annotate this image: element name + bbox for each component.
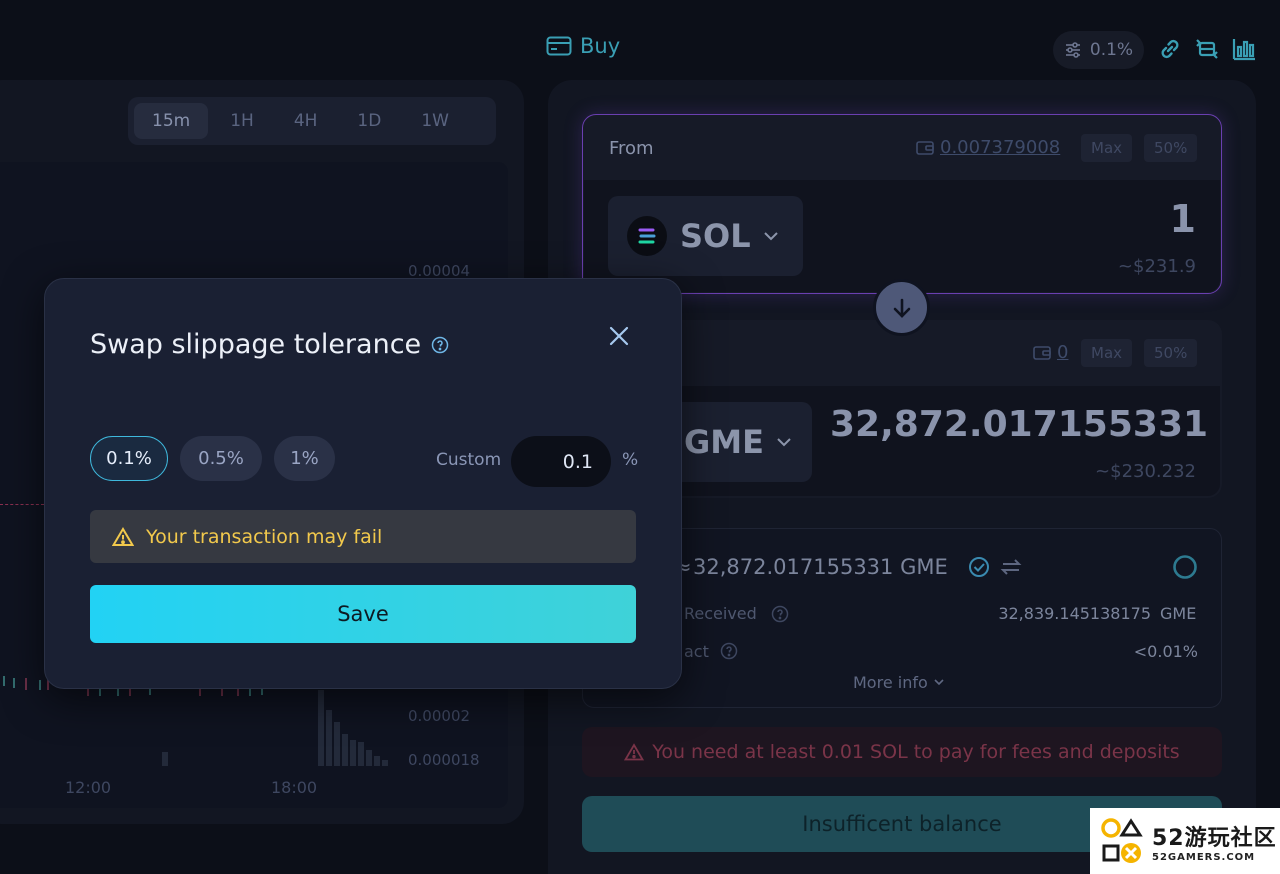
to-half-button[interactable]: 50%: [1144, 339, 1198, 367]
timeframe-1d[interactable]: 1D: [339, 103, 399, 139]
transaction-warning: Your transaction may fail: [90, 510, 636, 563]
chevron-down-icon: [763, 231, 779, 241]
buy-label: Buy: [580, 34, 621, 58]
y-axis-tick: 0.000018: [408, 751, 480, 769]
close-icon: [608, 325, 630, 347]
to-max-button[interactable]: Max: [1081, 339, 1133, 367]
gamepad-symbols-icon: [1100, 816, 1144, 866]
price-impact-label: act: [684, 642, 709, 661]
fee-warning-banner: You need at least 0.01 SOL to pay for fe…: [582, 727, 1222, 777]
chevron-down-icon: [934, 679, 944, 686]
from-label: From: [609, 138, 654, 159]
card-icon: [546, 36, 572, 56]
timeframe-1w[interactable]: 1W: [403, 103, 467, 139]
slippage-preset-0-1[interactable]: 0.1%: [90, 436, 168, 481]
more-info-label: More info: [853, 673, 928, 692]
slippage-preset-0-5[interactable]: 0.5%: [180, 436, 262, 481]
custom-slippage-input[interactable]: [511, 436, 611, 487]
percent-sign: %: [622, 450, 639, 470]
watermark-logo: 52游玩社区 52GAMERS.COM: [1090, 808, 1280, 874]
to-usd-value: ~$230.232: [1095, 461, 1196, 482]
from-token-selector[interactable]: SOL: [608, 196, 803, 276]
timeframe-15m[interactable]: 15m: [134, 103, 209, 139]
price-line: [0, 504, 44, 505]
custom-slippage-label: Custom: [436, 450, 502, 470]
help-icon[interactable]: [431, 336, 449, 354]
slippage-settings-button[interactable]: 0.1%: [1053, 31, 1144, 69]
x-axis-tick: 12:00: [65, 778, 112, 797]
save-button[interactable]: Save: [90, 585, 636, 643]
modal-title-text: Swap slippage tolerance: [90, 329, 422, 360]
from-balance-value: 0.007379008: [940, 137, 1061, 158]
fee-warning-text: You need at least 0.01 SOL to pay for fe…: [652, 741, 1180, 763]
wallet-icon: [1033, 345, 1051, 361]
invert-rate-icon[interactable]: [1000, 557, 1022, 577]
wallet-icon: [916, 140, 934, 156]
rate-text: 32,872.017155331 GME: [693, 555, 948, 579]
min-received-value: 32,839.145138175: [998, 604, 1151, 623]
from-usd-value: ~$231.9: [1117, 256, 1196, 277]
link-icon[interactable]: [1157, 36, 1183, 62]
watermark-text: 52游玩社区 52GAMERS.COM: [1152, 820, 1277, 863]
slippage-value: 0.1%: [1089, 40, 1134, 60]
timeframe-4h[interactable]: 4H: [276, 103, 336, 139]
close-modal-button[interactable]: [604, 321, 634, 351]
to-balance-value: 0: [1057, 342, 1069, 363]
from-half-button[interactable]: 50%: [1144, 134, 1198, 162]
slippage-preset-1[interactable]: 1%: [274, 436, 335, 481]
from-amount-input[interactable]: 1: [1000, 197, 1196, 241]
watermark-brand: 52游玩社区: [1152, 825, 1277, 851]
help-icon[interactable]: [720, 642, 738, 660]
transaction-warning-text: Your transaction may fail: [146, 525, 383, 548]
sliders-icon: [1064, 41, 1082, 59]
y-axis-tick: 0.00002: [408, 707, 471, 725]
sol-token-icon: [626, 215, 668, 257]
verified-check-icon: [968, 556, 990, 578]
to-token-symbol: GME: [684, 423, 764, 461]
more-info-toggle[interactable]: More info: [853, 673, 944, 692]
watermark-domain: 52GAMERS.COM: [1152, 851, 1256, 863]
to-wallet-balance[interactable]: 0: [1033, 342, 1068, 363]
from-token-symbol: SOL: [680, 217, 751, 255]
buy-tab[interactable]: Buy: [546, 34, 620, 58]
from-max-button[interactable]: Max: [1081, 134, 1133, 162]
warning-triangle-icon: [624, 743, 645, 761]
timeframe-selector: 15m 1H 4H 1D 1W: [128, 97, 496, 145]
refresh-spinner-icon[interactable]: [1172, 554, 1198, 580]
price-impact-value: <0.01%: [1133, 642, 1198, 661]
swap-direction-button[interactable]: [873, 279, 930, 336]
x-axis-tick: 18:00: [271, 778, 318, 797]
help-icon[interactable]: [771, 605, 789, 623]
warning-triangle-icon: [112, 526, 134, 547]
min-received-unit: GME: [1160, 604, 1197, 623]
chevron-down-icon: [776, 437, 792, 447]
modal-title: Swap slippage tolerance: [90, 329, 449, 360]
swap-mode-icon[interactable]: [1194, 36, 1220, 62]
min-received-label: Received: [684, 604, 757, 623]
to-amount-value: 32,872.017155331: [830, 404, 1209, 445]
timeframe-1h[interactable]: 1H: [212, 103, 272, 139]
chart-toggle-icon[interactable]: [1231, 36, 1257, 62]
from-wallet-balance[interactable]: 0.007379008: [916, 137, 1060, 158]
arrow-down-icon: [891, 297, 913, 319]
